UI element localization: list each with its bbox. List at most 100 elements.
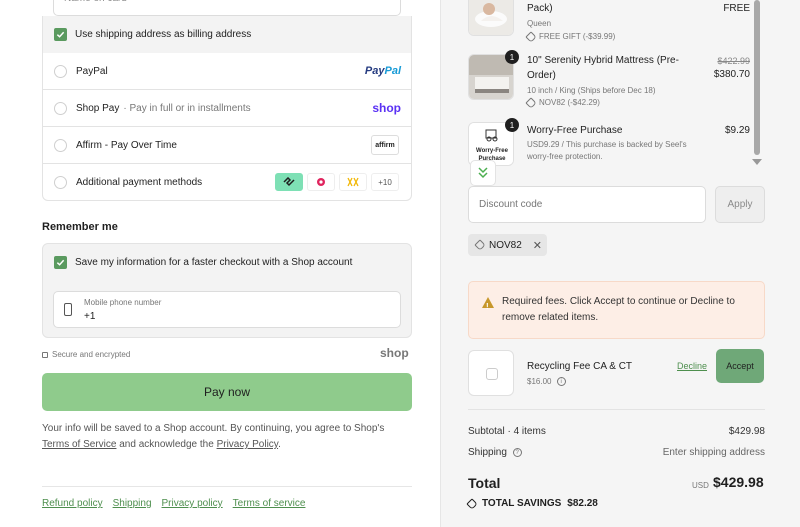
save-info-panel: Save my information for a faster checkou…: [42, 243, 412, 338]
savings-label: TOTAL SAVINGS: [482, 498, 562, 509]
item-discount: NOV82 (-$42.29): [525, 96, 600, 109]
worry-free-thumb-line1: Worry-Free: [476, 148, 509, 154]
required-fees-notice: Required fees. Click Accept to continue …: [468, 281, 765, 339]
fee-thumbnail: [468, 350, 514, 396]
tag-icon: [474, 239, 486, 251]
item-title: 10" Serenity Hybrid Mattress (Pre- Order…: [527, 53, 679, 83]
savings-value: $82.28: [567, 498, 598, 509]
item-price: $380.70: [713, 69, 750, 80]
legal-text: Your info will be saved to a Shop accoun…: [42, 421, 412, 453]
payment-option-shop-pay[interactable]: Shop Pay · Pay in full or in installment…: [42, 90, 412, 127]
footer-link-shipping[interactable]: Shipping: [113, 498, 152, 509]
total-savings: TOTAL SAVINGS $82.28: [466, 497, 598, 510]
info-icon[interactable]: i: [556, 377, 566, 387]
item-discount-text: NOV82 (-$42.29): [539, 98, 600, 107]
payment-option-additional[interactable]: Additional payment methods +10: [42, 164, 412, 201]
pillow-image-icon: [469, 0, 513, 35]
shipping-label-text: Shipping: [468, 447, 507, 458]
radio-button[interactable]: [54, 175, 67, 189]
paypal-logo-icon: PayPal: [364, 65, 401, 77]
payment-option-sub: · Pay in full or in installments: [123, 102, 251, 114]
pay-now-button[interactable]: Pay now: [42, 373, 412, 411]
payment-option-paypal[interactable]: PayPal PayPal: [42, 53, 412, 90]
remove-discount-icon[interactable]: ✕: [533, 239, 542, 252]
applied-discount-chip: NOV82 ✕: [468, 234, 547, 256]
item-price: FREE: [723, 3, 750, 14]
footer-link-terms[interactable]: Terms of service: [233, 498, 306, 509]
subtotal-value: $429.98: [728, 426, 765, 437]
total-label: Total: [468, 475, 501, 491]
footer-links: Refund policy Shipping Privacy policy Te…: [42, 498, 305, 509]
total-value: $429.98: [713, 474, 764, 490]
lock-icon: [42, 351, 48, 358]
tag-icon: [466, 497, 478, 510]
fee-price-text: $16.00: [527, 377, 552, 386]
footer-link-privacy[interactable]: Privacy policy: [162, 498, 223, 509]
item-description-line2: worry-free protection.: [527, 152, 603, 161]
item-discount-text: FREE GIFT (-$39.99): [539, 32, 616, 41]
name-on-card-field[interactable]: Name on card: [53, 0, 401, 16]
privacy-policy-link[interactable]: Privacy Policy: [217, 439, 279, 450]
secure-notice: Secure and encrypted: [42, 350, 130, 359]
save-info-label: Save my information for a faster checkou…: [75, 257, 353, 268]
item-description-line1: USD9.29 / This purchase is backed by See…: [527, 140, 687, 149]
payment-option-affirm[interactable]: Affirm - Pay Over Time affirm: [42, 127, 412, 164]
fee-title: Recycling Fee CA & CT: [527, 361, 633, 372]
phone-field-label: Mobile phone number: [84, 298, 162, 307]
legal-post: .: [278, 439, 281, 450]
item-title: Pack): [527, 3, 553, 14]
shipping-value: Enter shipping address: [662, 447, 765, 458]
scroll-down-arrow-icon[interactable]: [752, 159, 762, 165]
radio-button[interactable]: [54, 101, 67, 115]
terms-of-service-link[interactable]: Terms of Service: [42, 439, 116, 450]
item-description: USD9.29 / This purchase is backed by See…: [527, 139, 687, 163]
footer-link-refund[interactable]: Refund policy: [42, 498, 103, 509]
checkbox-checked-icon[interactable]: [54, 256, 67, 269]
item-discount: FREE GIFT (-$39.99): [525, 30, 616, 43]
billing-same-label: Use shipping address as billing address: [75, 29, 252, 40]
decline-fee-link[interactable]: Decline: [677, 361, 707, 371]
phone-icon: [64, 303, 72, 316]
save-info-checkbox-row[interactable]: Save my information for a faster checkou…: [54, 256, 352, 269]
radio-button[interactable]: [54, 64, 67, 78]
payment-option-label: Affirm - Pay Over Time: [76, 139, 177, 151]
fees-notice-text: Required fees. Click Accept to continue …: [502, 296, 735, 323]
fee-price: $16.00 i: [527, 376, 566, 388]
item-title-line2: Order): [527, 70, 556, 81]
divider: [468, 409, 765, 410]
subtotal-label: Subtotal · 4 items: [468, 426, 546, 437]
total-currency: USD: [692, 481, 709, 490]
accept-fee-button[interactable]: Accept: [716, 349, 764, 383]
discount-code-input[interactable]: Discount code: [468, 186, 706, 223]
item-price: $9.29: [724, 125, 750, 136]
warning-icon: [482, 297, 494, 315]
legal-pre: Your info will be saved to a Shop accoun…: [42, 423, 385, 434]
shop-logo-icon: shop: [380, 346, 409, 360]
item-variant: Queen: [527, 19, 552, 28]
item-title-line1: 10" Serenity Hybrid Mattress (Pre-: [527, 55, 679, 66]
quantity-badge: 1: [505, 50, 519, 64]
quantity-badge: 1: [505, 118, 519, 132]
tag-icon: [525, 30, 537, 43]
payment-option-label: Additional payment methods: [76, 176, 203, 188]
legal-mid: and acknowledge the: [119, 439, 214, 450]
apply-discount-button[interactable]: Apply: [715, 186, 765, 223]
checkbox-checked-icon[interactable]: [54, 28, 67, 41]
tag-icon: [525, 96, 537, 109]
payment-option-label: Shop Pay: [76, 102, 120, 114]
item-original-price: $422.99: [717, 56, 750, 66]
divider: [42, 486, 412, 487]
placeholder-image-icon: [486, 368, 498, 380]
checkout-form: Name on card Use shipping address as bil…: [0, 0, 440, 527]
radio-button[interactable]: [54, 138, 67, 152]
payment-option-label: PayPal: [76, 65, 108, 77]
expand-chevron-icon[interactable]: [470, 160, 496, 186]
mobile-phone-field[interactable]: Mobile phone number +1: [53, 291, 401, 328]
affirm-logo-icon: affirm: [371, 135, 399, 155]
afterpay-icon: [275, 173, 303, 191]
scrollbar[interactable]: [754, 0, 760, 155]
billing-same-as-shipping[interactable]: Use shipping address as billing address: [42, 16, 412, 53]
item-variant: 10 inch / King (Ships before Dec 18): [527, 86, 656, 95]
applied-code-text: NOV82: [489, 239, 522, 251]
info-icon[interactable]: ?: [512, 447, 522, 457]
